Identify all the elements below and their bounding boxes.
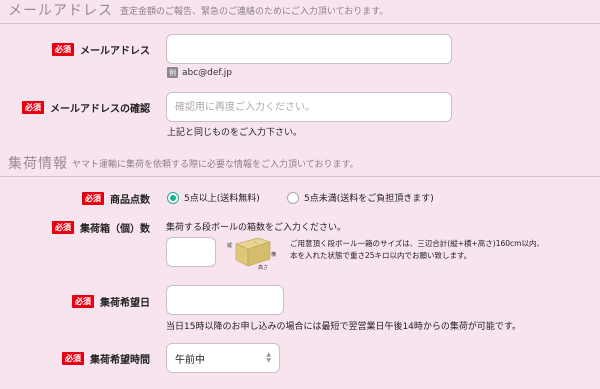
email-input-wrapper (166, 34, 452, 64)
item-count-label-row: 必須 商品点数 (0, 189, 150, 207)
email-confirm-label: メールアドレスの確認 (50, 103, 150, 115)
item-count-label: 商品点数 (110, 194, 150, 206)
pickup-date-label: 集荷希望日 (100, 297, 150, 309)
email-label-row: 必須 メールアドレス (0, 40, 150, 58)
pickup-date-input[interactable] (167, 286, 283, 314)
item-count-option-label: 5点以上(送料無料) (184, 194, 260, 204)
pickup-date-label-row: 必須 集荷希望日 (0, 292, 150, 310)
item-count-option-under-5[interactable]: 5点未満(送料をご負担頂きます) (287, 191, 434, 204)
email-input[interactable] (167, 35, 451, 63)
box-width-label: 横 (271, 251, 276, 258)
pickup-date-hint: 当日15時以降のお申し込みの場合には最短で翌営業日午後14時からの集荷が可能です… (166, 322, 522, 332)
box-depth-label: 高さ (258, 264, 268, 270)
pickup-section-header: 集荷情報 ヤマト運輸に集荷を依頼する際に必要な情報をご入力頂いております。 (0, 153, 600, 177)
radio-selected-icon[interactable] (167, 191, 179, 204)
pickup-time-label: 集荷希望時間 (90, 354, 150, 366)
box-size-note: ご用意頂く段ボール一箱のサイズは、三辺合計(縦+横+高さ)160cm以内、 本を… (290, 238, 544, 262)
pickup-time-selected-value: 午前中 (175, 354, 205, 366)
required-badge: 必須 (52, 220, 74, 234)
select-arrows-icon: ▲ ▼ (266, 351, 271, 364)
box-count-label: 集荷箱（個）数 (80, 223, 150, 235)
box-size-note-line: ご用意頂く段ボール一箱のサイズは、三辺合計(縦+横+高さ)160cm以内、 (290, 239, 544, 248)
email-label: メールアドレス (80, 45, 150, 57)
email-confirm-input-wrapper (166, 92, 452, 122)
email-section-description: 査定金額のご報告、緊急のご連絡のためにご入力頂いております。 (120, 7, 389, 17)
required-badge: 必須 (72, 294, 94, 308)
box-height-label: 縦 (227, 242, 232, 249)
box-count-label-row: 必須 集荷箱（個）数 (0, 218, 150, 236)
email-confirm-input[interactable] (167, 93, 451, 121)
email-confirm-hint: 上記と同じものをご入力下さい。 (167, 128, 303, 138)
box-count-input[interactable] (167, 238, 215, 266)
pickup-section-description: ヤマト運輸に集荷を依頼する際に必要な情報をご入力頂いております。 (72, 160, 359, 170)
pickup-time-label-row: 必須 集荷希望時間 (0, 349, 150, 367)
pickup-date-input-wrapper (166, 285, 284, 315)
item-count-option-label: 5点未満(送料をご負担頂きます) (304, 194, 434, 204)
email-example: 例 abc@def.jp (167, 67, 232, 78)
item-count-option-5-or-more[interactable]: 5点以上(送料無料) (167, 191, 260, 204)
required-badge: 必須 (22, 100, 44, 114)
email-example-text: abc@def.jp (182, 67, 233, 78)
pickup-time-select[interactable]: 午前中 ▲ ▼ (166, 343, 280, 373)
email-section-title: メールアドレス (8, 3, 113, 19)
cardboard-box-icon: 縦 横 高さ (227, 237, 276, 270)
pickup-section-title: 集荷情報 (8, 156, 68, 172)
email-section-header: メールアドレス 査定金額のご報告、緊急のご連絡のためにご入力頂いております。 (0, 0, 600, 24)
email-confirm-label-row: 必須 メールアドレスの確認 (0, 98, 150, 116)
required-badge: 必須 (62, 351, 84, 365)
required-badge: 必須 (52, 42, 74, 56)
radio-unselected-icon[interactable] (287, 191, 299, 204)
example-badge: 例 (167, 67, 178, 78)
required-badge: 必須 (82, 191, 104, 205)
box-size-note-line: 本を入れた状態で重さ25キロ以内でお願い致します。 (290, 251, 472, 260)
box-count-input-wrapper (166, 237, 216, 267)
